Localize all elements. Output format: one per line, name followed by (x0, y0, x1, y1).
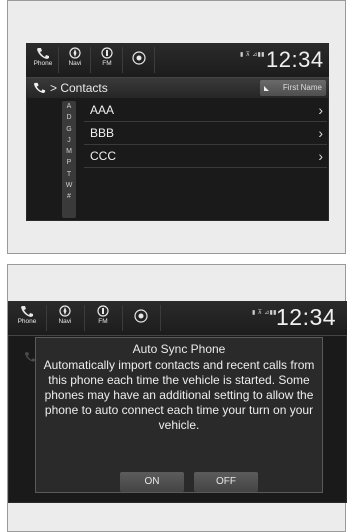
compass-icon (69, 47, 81, 59)
phone-button[interactable]: Phone (14, 301, 40, 335)
sort-first-name-button[interactable]: First Name (260, 80, 326, 96)
status-bar: Phone Navi FM ▮ ⊼ ⊿▮▮ 12:34 (8, 301, 347, 336)
contact-row[interactable]: CCC › (84, 145, 327, 168)
phone-label: Phone (17, 318, 37, 325)
breadcrumb-text: > Contacts (50, 81, 108, 95)
compass-icon (59, 305, 71, 317)
index-letter[interactable]: T (62, 169, 76, 180)
fm-label: FM (102, 60, 112, 67)
divider (122, 47, 123, 73)
navi-button[interactable]: Navi (52, 301, 78, 335)
clock: 12:34 (266, 47, 324, 72)
fm-button[interactable]: FM (90, 301, 116, 335)
apps-button[interactable] (128, 301, 154, 335)
status-bar: Phone Navi FM ▮ ⊼ ⊿▮▮ 12:34 (26, 43, 329, 78)
phone-icon (37, 48, 49, 59)
index-letter[interactable]: A (62, 101, 76, 112)
contact-name: CCC (90, 149, 116, 163)
divider (160, 305, 161, 331)
radio-icon (101, 47, 113, 59)
contact-name: AAA (90, 103, 115, 117)
fm-label: FM (98, 318, 108, 325)
off-button[interactable]: OFF (194, 472, 258, 492)
auto-sync-dialog: Auto Sync Phone Automatically import con… (35, 337, 323, 493)
status-icons: ▮ ⊼ ⊿▮▮ (252, 310, 277, 316)
divider (46, 305, 47, 331)
index-letter[interactable]: P (62, 157, 76, 168)
corner-triangle-icon (264, 86, 269, 91)
auto-sync-panel: Phone Navi FM ▮ ⊼ ⊿▮▮ 12:34 Auto Sync Ph… (7, 264, 347, 532)
divider (90, 47, 91, 73)
app-circle-icon (134, 309, 148, 323)
auto-sync-screen: Phone Navi FM ▮ ⊼ ⊿▮▮ 12:34 Auto Sync Ph… (8, 301, 347, 503)
index-letter[interactable]: M (62, 146, 76, 157)
divider (58, 47, 59, 73)
alphabet-index[interactable]: A D G J M P T W # (62, 101, 76, 218)
radio-icon (97, 305, 109, 317)
contact-row[interactable]: AAA › (84, 99, 327, 122)
contacts-screen: Phone Navi FM ▮ ⊼ ⊿▮▮ 12:34 > Contacts F… (26, 43, 329, 221)
contacts-panel: Phone Navi FM ▮ ⊼ ⊿▮▮ 12:34 > Contacts F… (7, 0, 346, 254)
on-button[interactable]: ON (120, 472, 184, 492)
phone-icon (21, 306, 33, 317)
dialog-title: Auto Sync Phone (132, 342, 226, 356)
chevron-right-icon: › (318, 102, 323, 118)
phone-button[interactable]: Phone (30, 43, 56, 77)
breadcrumb: > Contacts First Name (26, 78, 329, 98)
index-letter[interactable]: D (62, 112, 76, 123)
index-letter[interactable]: W (62, 180, 76, 191)
apps-button[interactable] (126, 43, 152, 77)
navi-label: Navi (68, 60, 82, 67)
phone-label: Phone (33, 60, 53, 67)
index-letter[interactable]: G (62, 124, 76, 135)
navi-button[interactable]: Navi (62, 43, 88, 77)
index-letter[interactable]: # (62, 191, 76, 202)
contact-row[interactable]: BBB › (84, 122, 327, 145)
sort-label: First Name (282, 83, 322, 92)
dialog-message: Automatically import contacts and recent… (43, 358, 315, 432)
divider (122, 305, 123, 331)
navi-label: Navi (58, 318, 72, 325)
chevron-right-icon: › (318, 125, 323, 141)
phone-icon (33, 82, 46, 94)
app-circle-icon (132, 51, 146, 65)
divider (84, 305, 85, 331)
chevron-right-icon: › (318, 148, 323, 164)
contact-name: BBB (90, 126, 115, 140)
divider (154, 47, 155, 73)
index-letter[interactable]: J (62, 135, 76, 146)
fm-button[interactable]: FM (94, 43, 120, 77)
status-icons: ▮ ⊼ ⊿▮▮ (240, 52, 265, 58)
clock: 12:34 (276, 304, 337, 330)
